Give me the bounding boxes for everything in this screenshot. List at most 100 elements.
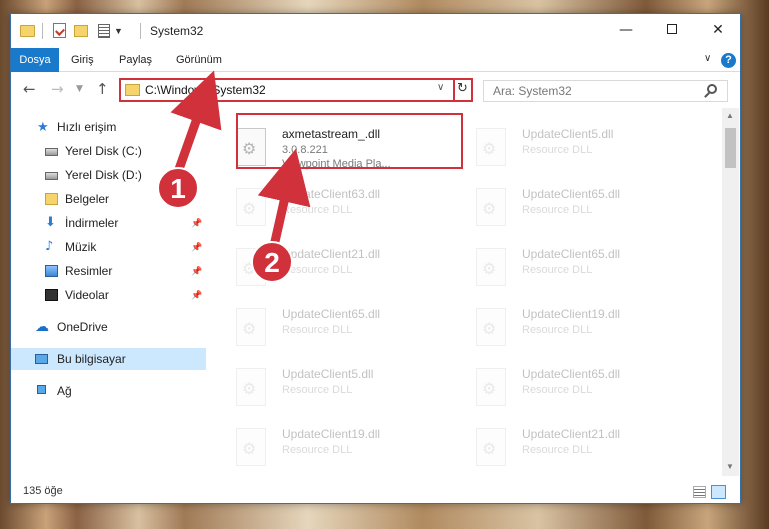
sidebar-item-network[interactable]: Ağ (11, 380, 206, 402)
file-tile[interactable]: UpdateClient19.dll Resource DLL (456, 296, 686, 352)
file-explorer-window: ▼ System32 — ✕ Dosya Giriş Paylaş Görünü… (10, 13, 741, 504)
download-icon: ⬇ (45, 215, 56, 230)
tiles-view-icon[interactable] (711, 485, 726, 499)
navigation-pane: ★ Hızlı erişim Yerel Disk (C:) Yerel Dis… (11, 114, 206, 474)
file-description: Resource DLL (522, 144, 593, 156)
dll-file-icon (236, 188, 266, 226)
ribbon-tabs: Dosya Giriş Paylaş Görünüm ∨ ? (11, 48, 740, 72)
file-description: Resource DLL (282, 264, 353, 276)
sidebar-item-videos[interactable]: Videolar 📌 (11, 284, 206, 306)
sidebar-item-label: Resimler (65, 264, 113, 278)
sidebar-item-this-pc[interactable]: Bu bilgisayar (11, 348, 206, 370)
file-tile[interactable]: UpdateClient65.dll Resource DLL (456, 236, 686, 292)
sidebar-item-onedrive[interactable]: ☁ OneDrive (11, 316, 206, 338)
minimize-button[interactable]: — (603, 14, 649, 46)
dll-file-icon (476, 428, 506, 466)
help-icon[interactable]: ? (721, 53, 736, 68)
forward-arrow-icon[interactable]: → (51, 80, 64, 98)
details-view-icon[interactable] (693, 486, 706, 498)
file-tile[interactable]: UpdateClient5.dll Resource DLL (216, 356, 446, 412)
disk-icon (45, 148, 58, 156)
scroll-thumb[interactable] (725, 128, 736, 168)
tab-file[interactable]: Dosya (11, 48, 59, 72)
tab-home[interactable]: Giriş (71, 48, 94, 72)
file-description: Resource DLL (282, 204, 353, 216)
dll-file-icon (236, 428, 266, 466)
pin-icon[interactable]: 📌 (191, 212, 202, 234)
address-path[interactable]: C:\Windows\System32 (145, 83, 266, 97)
tab-view[interactable]: Görünüm (176, 48, 222, 72)
file-tile[interactable]: UpdateClient19.dll Resource DLL (216, 416, 446, 472)
file-name: UpdateClient19.dll (282, 427, 381, 441)
sidebar-item-downloads[interactable]: ⬇ İndirmeler 📌 (11, 212, 206, 234)
file-description: Resource DLL (282, 324, 353, 336)
divider (140, 23, 141, 39)
file-name: UpdateClient65.dll (522, 187, 621, 201)
file-tile[interactable]: UpdateClient65.dll Resource DLL (456, 356, 686, 412)
back-arrow-icon[interactable]: ← (23, 80, 36, 98)
sidebar-item-quick-access[interactable]: ★ Hızlı erişim (11, 116, 206, 138)
recent-locations-chevron-icon[interactable]: ▼ (76, 84, 83, 94)
file-name: UpdateClient5.dll (282, 367, 374, 381)
file-tile[interactable]: UpdateClient65.dll Resource DLL (216, 296, 446, 352)
pin-icon[interactable]: 📌 (191, 236, 202, 258)
new-folder-icon[interactable] (74, 25, 88, 37)
folder-icon[interactable] (20, 25, 35, 37)
title-bar: ▼ System32 — ✕ (11, 14, 740, 48)
disk-icon (45, 172, 58, 180)
file-tile[interactable]: UpdateClient65.dll Resource DLL (456, 176, 686, 232)
divider (42, 23, 43, 39)
sidebar-item-documents[interactable]: Belgeler (11, 188, 206, 210)
file-description: Resource DLL (522, 384, 593, 396)
dll-file-icon (236, 308, 266, 346)
customize-toolbar-chevron-icon[interactable]: ▼ (114, 26, 123, 42)
address-dropdown-chevron-icon[interactable]: ∨ (437, 82, 444, 93)
network-icon (37, 385, 46, 394)
file-name: UpdateClient21.dll (282, 247, 381, 261)
highlight-box-file (236, 113, 463, 169)
maximize-icon (667, 24, 677, 34)
file-tile[interactable]: UpdateClient63.dll Resource DLL (216, 176, 446, 232)
sidebar-item-label: Yerel Disk (C:) (65, 144, 142, 158)
sidebar-item-pictures[interactable]: Resimler 📌 (11, 260, 206, 282)
file-tile[interactable]: UpdateClient21.dll Resource DLL (456, 416, 686, 472)
file-tile[interactable]: UpdateClient21.dll Resource DLL (216, 236, 446, 292)
vertical-scrollbar[interactable]: ▲ ▼ (722, 108, 739, 476)
pin-icon[interactable]: 📌 (191, 284, 202, 306)
pin-icon[interactable]: 📌 (191, 260, 202, 282)
file-description: Resource DLL (522, 324, 593, 336)
file-name: UpdateClient65.dll (522, 247, 621, 261)
sidebar-item-label: Videolar (65, 288, 109, 302)
sidebar-item-local-disk-c[interactable]: Yerel Disk (C:) (11, 140, 206, 162)
folder-icon (45, 193, 58, 205)
sidebar-item-music[interactable]: ♪ Müzik 📌 (11, 236, 206, 258)
file-description: Resource DLL (522, 264, 593, 276)
properties-icon[interactable] (53, 23, 66, 38)
search-input[interactable]: Ara: System32 (483, 80, 728, 102)
view-options-icon[interactable] (98, 24, 110, 38)
sidebar-item-label: Müzik (65, 240, 97, 254)
cloud-icon: ☁ (35, 319, 49, 335)
dll-file-icon (476, 248, 506, 286)
item-count: 135 öğe (23, 485, 63, 497)
dll-file-icon (236, 248, 266, 286)
dll-file-icon (476, 128, 506, 166)
file-name: UpdateClient21.dll (522, 427, 621, 441)
file-tile[interactable]: UpdateClient5.dll Resource DLL (456, 116, 686, 172)
tab-share[interactable]: Paylaş (119, 48, 152, 72)
dll-file-icon (476, 188, 506, 226)
scroll-down-arrow-icon[interactable]: ▼ (726, 462, 734, 471)
sidebar-item-label: İndirmeler (65, 216, 119, 230)
maximize-button[interactable] (649, 14, 695, 46)
sidebar-item-local-disk-d[interactable]: Yerel Disk (D:) (11, 164, 206, 186)
file-list: axmetastream_.dll 3.0.8.221 Viewpoint Me… (216, 108, 721, 476)
scroll-up-arrow-icon[interactable]: ▲ (726, 111, 734, 120)
expand-ribbon-chevron-icon[interactable]: ∨ (704, 53, 711, 64)
up-arrow-icon[interactable]: ↑ (96, 80, 109, 98)
status-bar: 135 öğe (11, 481, 740, 503)
refresh-icon[interactable]: ↻ (457, 81, 468, 96)
navigation-bar: ← → ▼ ↑ C:\Windows\System32 ∨ ↻ Ara: Sys… (11, 72, 740, 108)
close-button[interactable]: ✕ (695, 14, 740, 46)
computer-icon (35, 354, 48, 364)
address-bar[interactable]: C:\Windows\System32 ∨ ↻ (119, 78, 473, 102)
